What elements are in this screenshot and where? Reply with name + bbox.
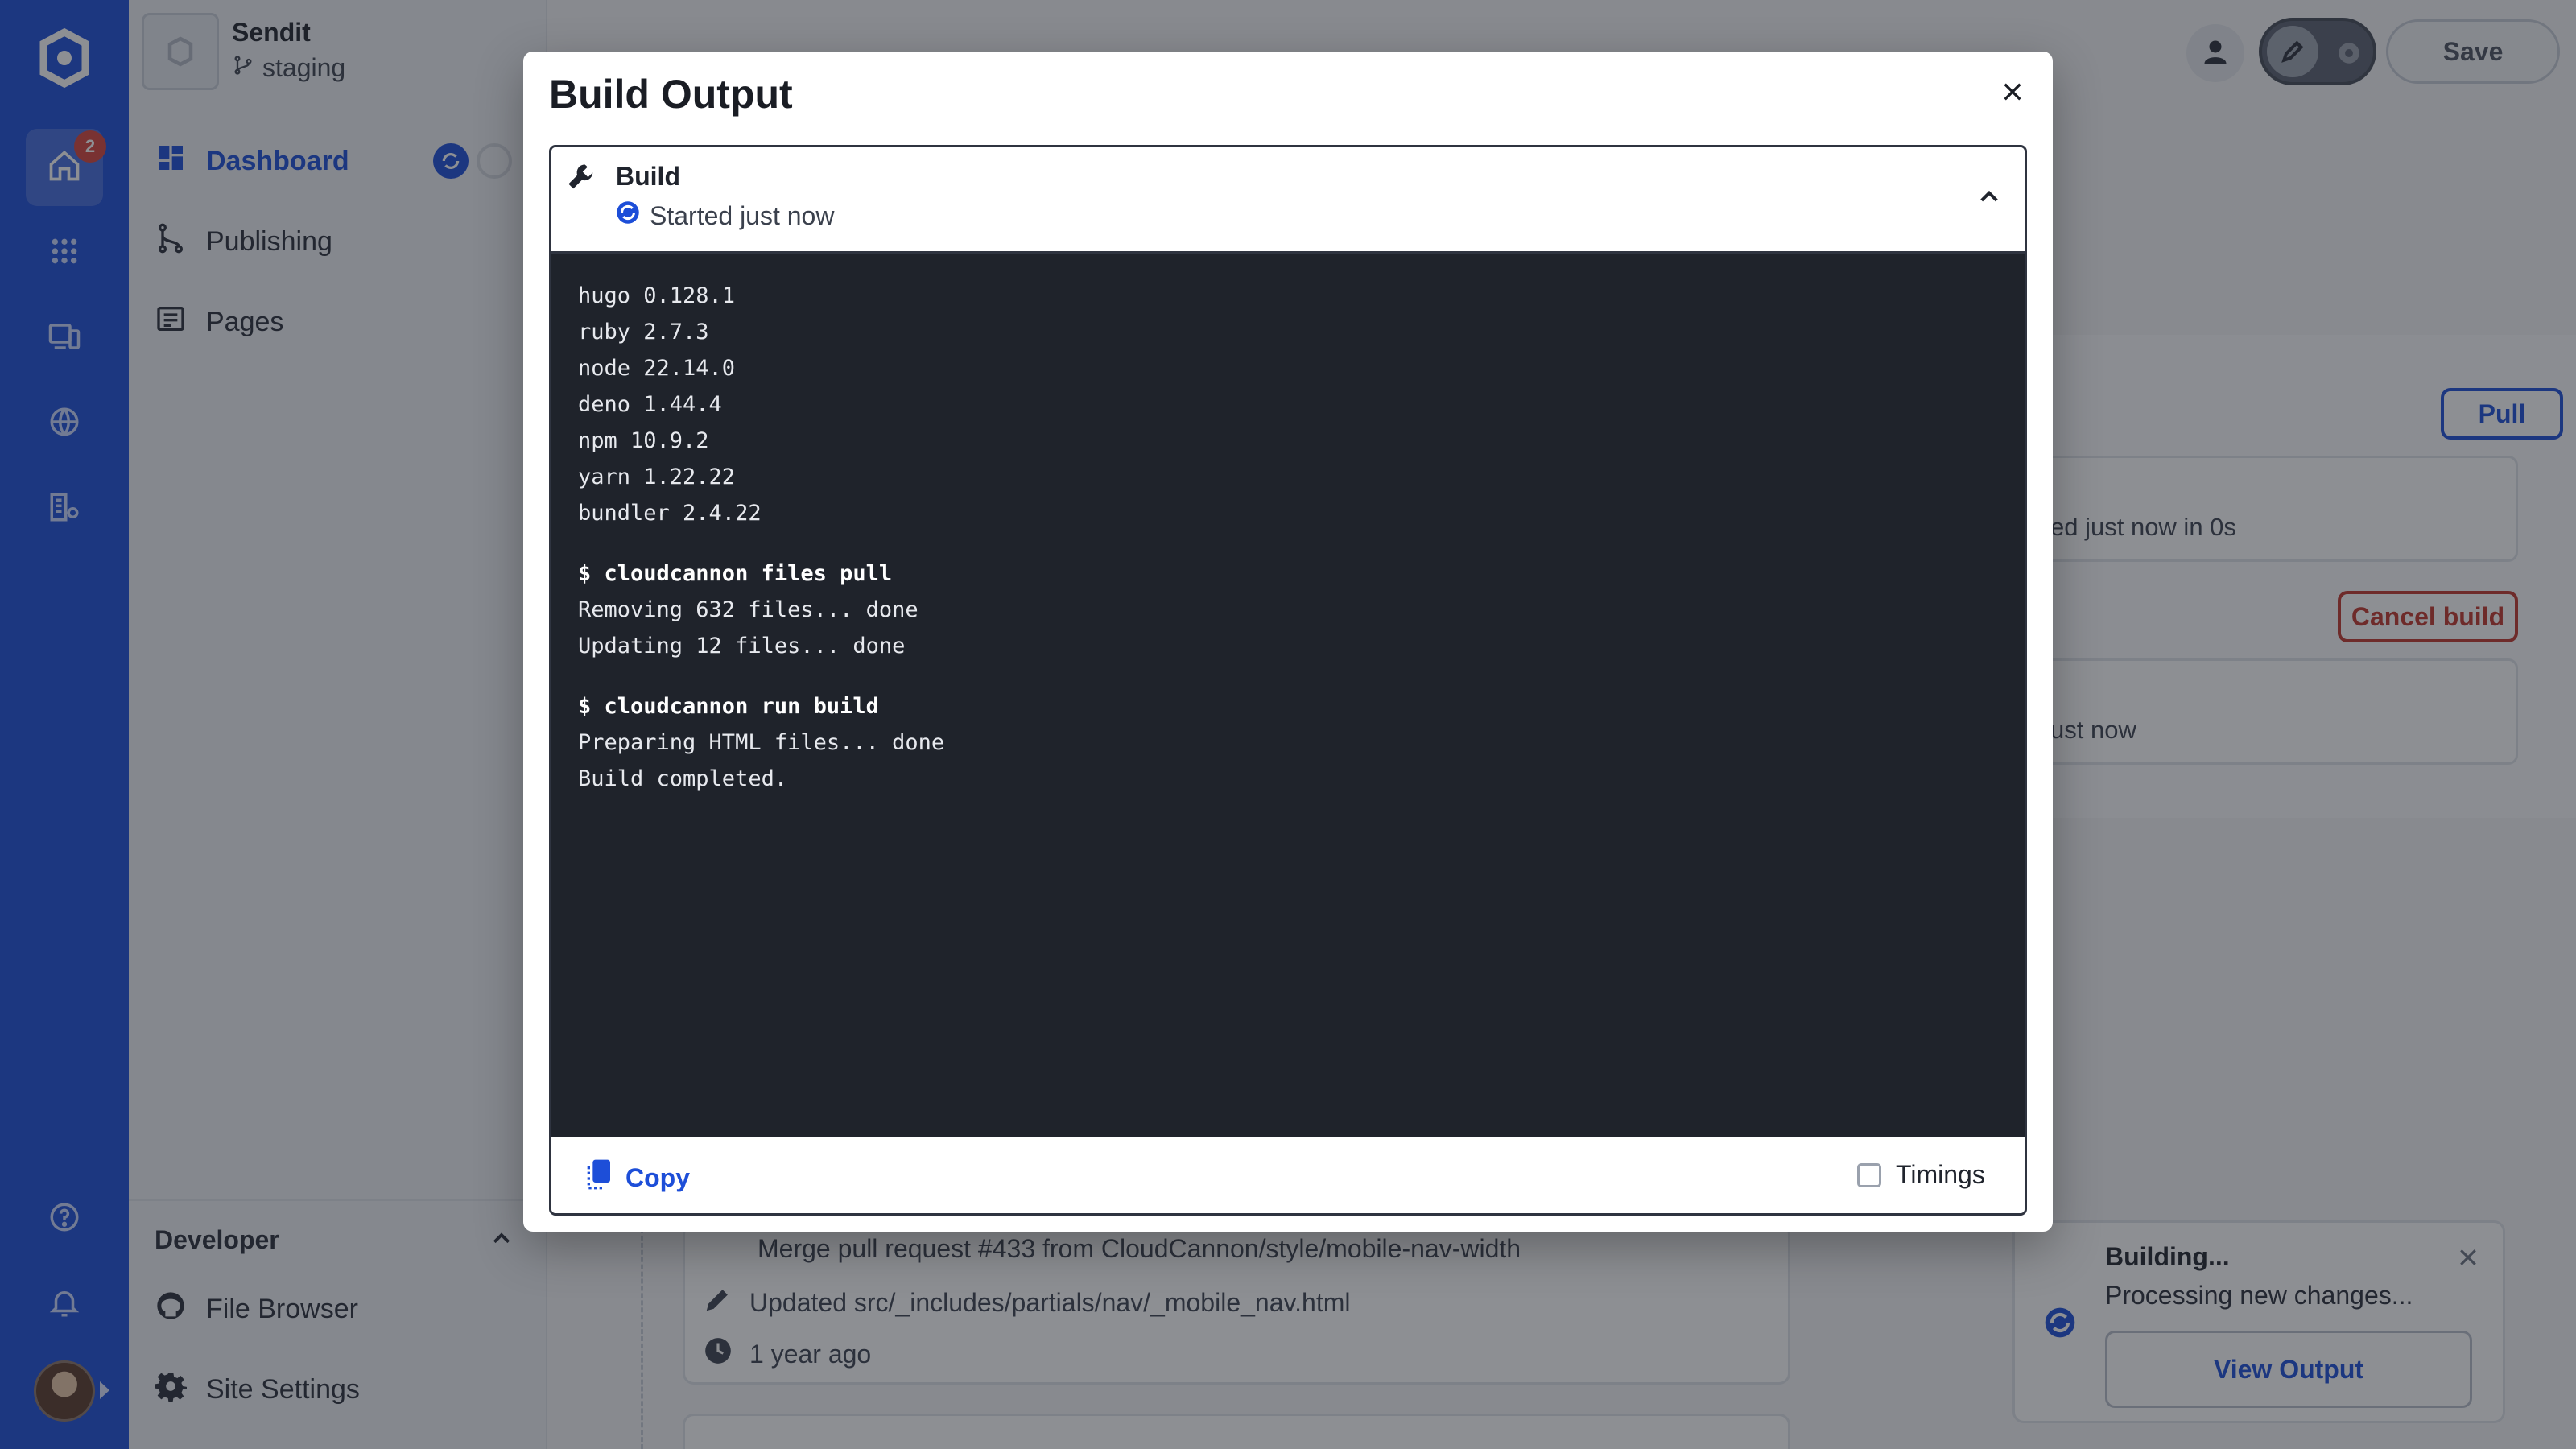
build-output-modal: Build Output Build Started just now hugo…	[523, 52, 2053, 1232]
console-line: Preparing HTML files... done	[578, 730, 945, 755]
console-block-versions: hugo 0.128.1 ruby 2.7.3 node 22.14.0 den…	[578, 278, 1998, 531]
chevron-up-icon[interactable]	[1976, 184, 2002, 214]
console-block-pull: $ cloudcannon files pull Removing 632 fi…	[578, 555, 1998, 664]
build-section-status: Started just now	[616, 200, 834, 231]
console-line: node 22.14.0	[578, 356, 736, 381]
copy-icon	[584, 1158, 613, 1197]
console-block-build: $ cloudcannon run build Preparing HTML f…	[578, 688, 1998, 797]
build-log-footer: Copy Timings	[551, 1137, 2025, 1213]
console-command: $ cloudcannon files pull	[578, 561, 893, 586]
console-line: Build completed.	[578, 766, 788, 791]
console-line: Removing 632 files... done	[578, 597, 919, 622]
build-section-header[interactable]: Build Started just now	[551, 147, 2025, 254]
timings-toggle[interactable]: Timings	[1857, 1160, 1985, 1190]
console-line: deno 1.44.4	[578, 392, 722, 417]
timings-checkbox[interactable]	[1857, 1162, 1881, 1187]
build-section-title: Build	[616, 162, 680, 191]
wrench-icon	[566, 162, 598, 198]
build-console[interactable]: hugo 0.128.1 ruby 2.7.3 node 22.14.0 den…	[551, 254, 2025, 1137]
console-line: yarn 1.22.22	[578, 464, 736, 489]
console-line: hugo 0.128.1	[578, 283, 736, 308]
sync-status-icon	[616, 200, 640, 231]
copy-button[interactable]: Copy	[584, 1158, 690, 1197]
console-line: bundler 2.4.22	[578, 501, 762, 526]
modal-title: Build Output	[549, 72, 793, 117]
build-log-panel: Build Started just now hugo 0.128.1 ruby…	[549, 145, 2027, 1216]
console-line: npm 10.9.2	[578, 428, 709, 453]
console-line: Updating 12 files... done	[578, 634, 906, 658]
console-command: $ cloudcannon run build	[578, 694, 879, 719]
console-line: ruby 2.7.3	[578, 320, 709, 345]
close-icon[interactable]	[1995, 74, 2030, 109]
